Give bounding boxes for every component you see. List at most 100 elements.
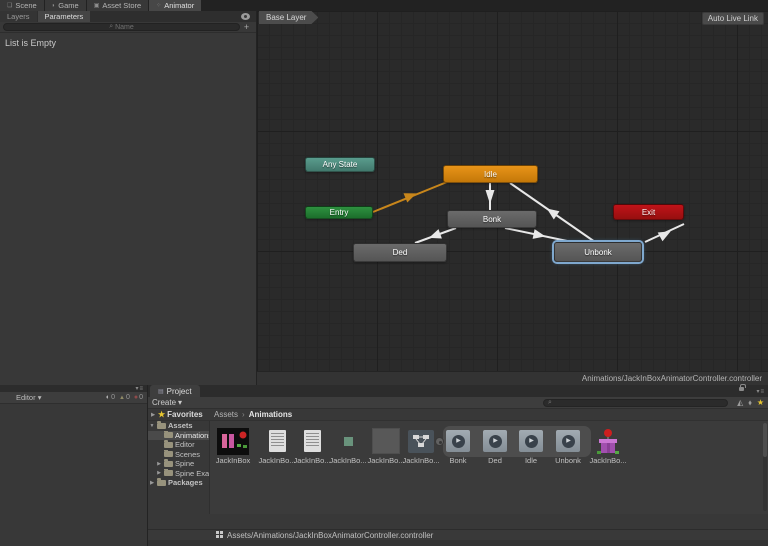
console-toolbar: Editor ▾ ◐ 0 ▲ 0 ● 0 [0,392,147,404]
tab-animator-label: Animator [164,1,195,10]
asset-item-unbonk-clip[interactable]: ▶ Unbonk [548,427,588,465]
folder-icon [157,421,166,429]
project-panel: ▤ Project ▾≡ Create ▾ ⌕ ◭ ⬧ ★ ▶ ★ Favorit… [148,384,768,546]
asset-item-jackinbox-prefab[interactable]: JackInBo... [588,427,628,465]
folder-icon [164,440,173,448]
animation-clip-icon: ▶ [446,430,470,452]
foldout-open-icon[interactable]: ▼ [149,423,155,429]
state-node-idle[interactable]: Idle [443,165,538,183]
tree-item-spine[interactable]: ▶ Spine [148,459,209,469]
breadcrumb-base-layer[interactable]: Base Layer [259,11,318,24]
favorites-foldout[interactable]: ▶ ★ Favorites [150,410,203,419]
asset-item-text[interactable]: JackInBo... [257,427,297,465]
folder-icon [157,478,166,486]
asset-item-ded-clip[interactable]: ▶ Ded [475,427,515,465]
controller-icon [216,531,224,539]
auto-live-link-button[interactable]: Auto Live Link [701,12,764,25]
tree-item-packages[interactable]: ▶ Packages [148,478,209,488]
tab-asset-store-label: Asset Store [102,1,142,10]
tab-game-label: Game [58,1,79,10]
breadcrumb-animations[interactable]: Animations [249,410,293,419]
selected-asset-path: Assets/Animations/JackInBoxAnimatorContr… [227,530,434,540]
add-parameter-button[interactable]: + [240,23,253,32]
tree-item-animations[interactable]: Animations [148,430,209,440]
text-asset-icon [268,430,286,452]
tree-item-assets[interactable]: ▼ Assets [148,421,209,431]
state-node-exit[interactable]: Exit [613,204,684,220]
info-count-badge[interactable]: ◐ 0 [106,394,115,401]
dropdown-icon: ▾ [37,393,42,402]
parameter-search-placeholder: Name [115,23,134,31]
play-icon: ▶ [529,438,534,444]
parameters-empty-label: List is Empty [5,38,57,48]
tab-project[interactable]: ▤ Project [150,385,200,397]
foldout-closed-icon[interactable]: ▶ [149,480,155,486]
folder-icon [164,449,173,458]
tab-animator[interactable]: ⁘ Animator [149,0,202,11]
error-count-badge[interactable]: ● 0 [134,394,143,401]
state-node-any-state[interactable]: Any State [305,157,375,172]
play-icon: ▶ [493,438,498,444]
favorites-filter-icon[interactable]: ★ [757,398,764,408]
material-icon [343,436,353,446]
tab-layers[interactable]: Layers [0,11,37,22]
project-tab-icon: ▤ [158,388,164,395]
text-asset-icon [303,430,321,452]
search-icon: ⌕ [109,23,114,30]
asset-item-bonk-clip[interactable]: ▶ Bonk [438,427,478,465]
tree-item-scenes[interactable]: Scenes [148,449,209,460]
search-icon: ⌕ [548,399,552,406]
editor-dropdown[interactable]: Editor ▾ [16,393,41,402]
asset-item-material[interactable]: JackInBo... [328,427,368,465]
project-search-input[interactable]: ⌕ [543,399,728,407]
transition-entry-idle[interactable] [372,181,448,213]
scene-icon: ❏ [7,2,13,9]
lock-icon[interactable] [739,384,746,391]
foldout-closed-icon: ▶ [151,411,155,418]
transition-idle-bonk[interactable] [485,183,495,210]
asset-grid[interactable]: JackInBox JackInBo... JackInBo... JackIn… [210,421,768,514]
tree-item-editor[interactable]: Editor [148,440,209,450]
state-node-bonk[interactable]: Bonk [447,210,537,228]
panel-menu-icon[interactable]: ≡ [139,386,144,392]
state-node-entry[interactable]: Entry [305,206,373,219]
asset-item-text[interactable]: JackInBo... [292,427,332,465]
animator-icon: ⁘ [156,2,162,9]
warning-count-badge[interactable]: ▲ 0 [119,394,130,401]
type-filter-icon[interactable]: ◭ [737,398,743,408]
parameter-search-input[interactable]: ⌕ Name [3,23,240,31]
tree-item-spine-examples[interactable]: ▶ Spine Examples [148,468,209,479]
transition-bonk-ded[interactable] [414,227,457,244]
window-bottom-edge [148,540,768,546]
unity-editor-window: ❏ Scene ◗ Game ▣ Asset Store ⁘ Animator … [0,0,768,546]
asset-item-animator-controller[interactable]: JackInBo... [401,427,441,465]
tab-game[interactable]: ◗ Game [44,0,86,11]
project-scrollbar[interactable] [763,423,767,511]
controller-path-label: Animations/JackInBoxAnimatorController.c… [257,371,768,385]
asset-item-idle-clip[interactable]: ▶ Idle [511,427,551,465]
panel-menu-icon[interactable]: ≡ [760,389,765,395]
tab-scene[interactable]: ❏ Scene [0,0,44,11]
foldout-closed-icon[interactable]: ▶ [156,461,162,467]
play-icon: ▶ [566,438,571,444]
folder-icon [164,459,173,467]
asset-item-texture[interactable]: JackInBo... [366,427,406,465]
create-button[interactable]: Create ▾ [152,398,182,407]
eye-icon[interactable] [241,13,250,20]
breadcrumb-assets[interactable]: Assets [214,410,238,419]
animator-graph-canvas[interactable]: Any State Idle Entry Bonk Ded Unbonk Exi… [257,11,768,371]
tab-parameters[interactable]: Parameters [37,11,91,22]
prefab-thumbnail [597,428,619,454]
animator-controller-icon [408,429,434,453]
tab-asset-store[interactable]: ▣ Asset Store [86,0,149,11]
project-header-row: ▶ ★ Favorites Assets › Animations [148,409,768,421]
foldout-closed-icon[interactable]: ▶ [156,470,162,476]
transition-unbonk-exit[interactable] [644,223,685,243]
state-node-ded[interactable]: Ded [353,243,447,262]
asset-item-jackinbox-sprite[interactable]: JackInBox [213,427,253,465]
animator-side-tabs: Layers Parameters [0,11,256,22]
transition-bonk-unbonk[interactable] [504,227,573,243]
tab-scene-label: Scene [15,1,37,10]
state-node-unbonk[interactable]: Unbonk [554,242,642,262]
label-filter-icon[interactable]: ⬧ [748,398,752,408]
